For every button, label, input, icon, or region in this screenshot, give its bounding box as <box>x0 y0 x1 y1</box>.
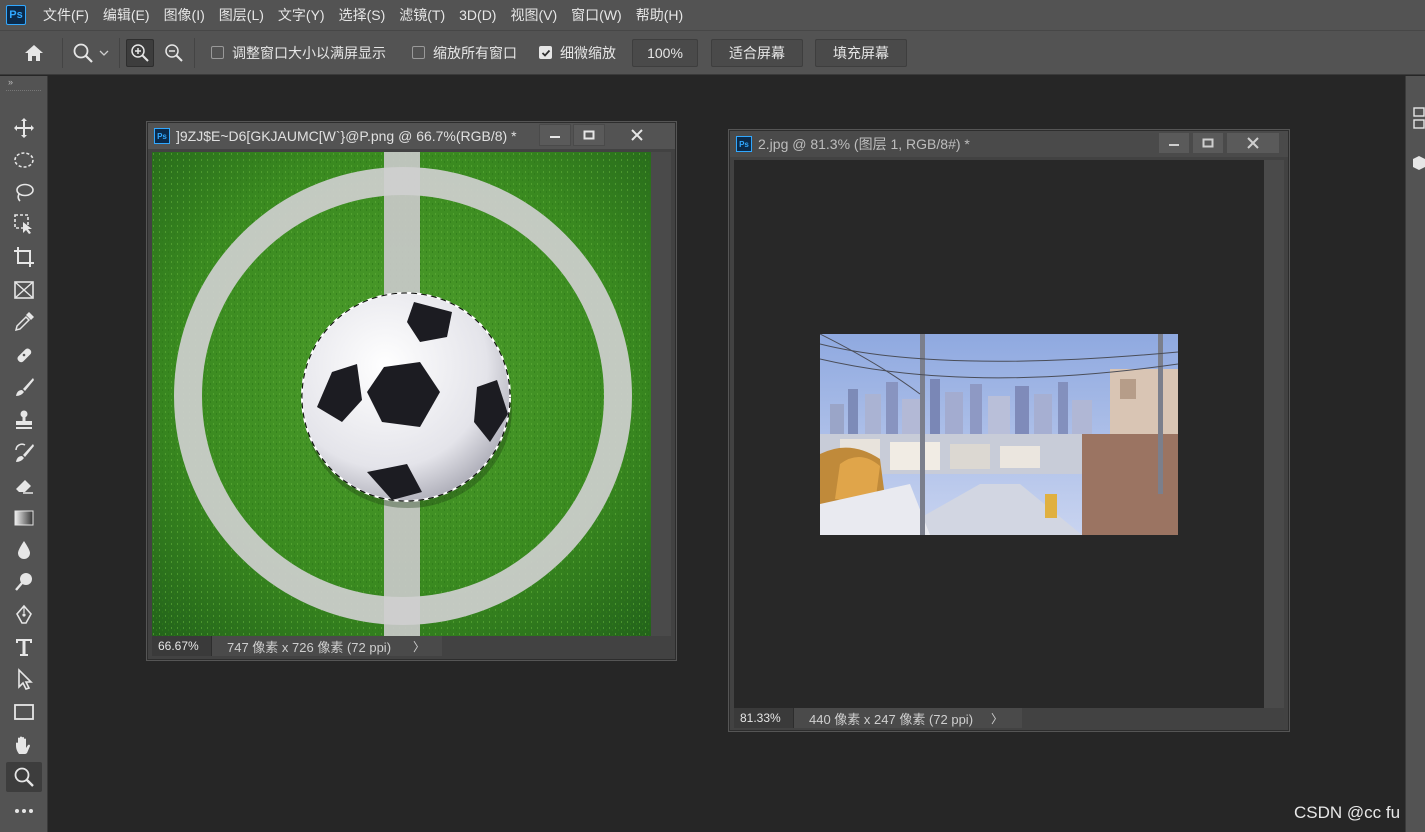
fill-screen-button[interactable]: 填充屏幕 <box>815 38 907 67</box>
menu-window[interactable]: 窗口(W) <box>564 0 629 30</box>
zoom-level-field[interactable]: 66.67% <box>152 636 212 656</box>
zoom-all-windows-checkbox[interactable]: 缩放所有窗口 <box>412 43 517 63</box>
document-window-city[interactable]: Ps 2.jpg @ 81.3% (图层 1, RGB/8#) * 81.33%… <box>729 130 1289 731</box>
separator <box>62 37 63 68</box>
maximize-icon[interactable] <box>573 124 605 146</box>
brush-tool-icon[interactable] <box>6 372 42 402</box>
minimize-icon[interactable] <box>1158 132 1190 154</box>
status-bar: 66.67% 747 像素 x 726 像素 (72 ppi) 〉 <box>152 636 671 656</box>
zoom-out-icon[interactable] <box>160 39 188 67</box>
document-title: ]9ZJ$E~D6[GKJAUMC[W`}@P.png @ 66.7%(RGB/… <box>176 128 517 144</box>
resize-windows-label: 调整窗口大小以满屏显示 <box>232 44 386 61</box>
home-icon[interactable] <box>20 39 48 67</box>
document-size-text: 440 像素 x 247 像素 (72 ppi) <box>809 711 974 727</box>
move-tool-icon[interactable] <box>6 113 42 143</box>
clone-stamp-tool-icon[interactable] <box>6 405 42 435</box>
panel-grid-icon[interactable] <box>1412 106 1425 135</box>
menu-type[interactable]: 文字(Y) <box>271 0 332 30</box>
right-panel-strip <box>1405 76 1425 832</box>
frame-tool-icon[interactable] <box>6 275 42 305</box>
path-selection-tool-icon[interactable] <box>6 664 42 694</box>
menu-select[interactable]: 选择(S) <box>332 0 393 30</box>
healing-brush-tool-icon[interactable] <box>6 340 42 370</box>
collapse-panel-icon[interactable]: » <box>0 76 47 90</box>
maximize-icon[interactable] <box>1192 132 1224 154</box>
zoom-level-field[interactable]: 81.33% <box>734 708 794 728</box>
separator <box>119 37 120 68</box>
menu-help[interactable]: 帮助(H) <box>629 0 690 30</box>
document-title-bar[interactable]: Ps 2.jpg @ 81.3% (图层 1, RGB/8#) * <box>730 131 1288 157</box>
menu-filter[interactable]: 滤镜(T) <box>392 0 452 30</box>
blur-tool-icon[interactable] <box>6 535 42 565</box>
hand-tool-icon[interactable] <box>6 730 42 760</box>
close-icon[interactable] <box>1226 132 1280 154</box>
scrubby-zoom-checkbox[interactable]: 细微缩放 <box>539 43 616 63</box>
vertical-scrollbar[interactable] <box>651 152 671 636</box>
status-menu-arrow-icon[interactable]: 〉 <box>991 710 1003 727</box>
check-icon[interactable] <box>539 46 552 59</box>
menu-image[interactable]: 图像(I) <box>157 0 212 30</box>
type-tool-icon[interactable] <box>6 632 42 662</box>
lasso-tool-icon[interactable] <box>6 177 42 207</box>
rectangle-tool-icon[interactable] <box>6 697 42 727</box>
zoom-tool-icon[interactable] <box>6 762 42 792</box>
vertical-scrollbar[interactable] <box>1264 160 1284 708</box>
minimize-icon[interactable] <box>539 124 571 146</box>
checkbox-box[interactable] <box>211 46 224 59</box>
object-selection-tool-icon[interactable] <box>6 209 42 239</box>
separator <box>194 37 195 68</box>
zoom-all-windows-label: 缩放所有窗口 <box>433 44 517 61</box>
zoom-value-button[interactable]: 100% <box>632 38 698 67</box>
menu-view[interactable]: 视图(V) <box>503 0 564 30</box>
options-bar: 调整窗口大小以满屏显示 缩放所有窗口 细微缩放 100% 适合屏幕 填充屏幕 <box>0 30 1425 75</box>
eraser-tool-icon[interactable] <box>6 470 42 500</box>
menu-file[interactable]: 文件(F) <box>36 0 96 30</box>
scrubby-zoom-label: 细微缩放 <box>560 44 616 61</box>
dodge-tool-icon[interactable] <box>6 567 42 597</box>
fit-screen-button[interactable]: 适合屏幕 <box>711 38 803 67</box>
document-title: 2.jpg @ 81.3% (图层 1, RGB/8#) * <box>758 136 970 152</box>
soccer-field-image <box>152 152 651 636</box>
photoshop-logo-icon[interactable]: Ps <box>6 5 26 25</box>
pen-tool-icon[interactable] <box>6 600 42 630</box>
marquee-tool-icon[interactable] <box>6 145 42 175</box>
document-canvas[interactable] <box>152 152 651 636</box>
crop-tool-icon[interactable] <box>6 242 42 272</box>
more-tools-icon[interactable] <box>6 796 42 826</box>
status-menu-arrow-icon[interactable]: 〉 <box>413 638 425 655</box>
city-street-image <box>820 334 1178 535</box>
ps-document-icon: Ps <box>154 128 170 144</box>
status-bar: 81.33% 440 像素 x 247 像素 (72 ppi) 〉 <box>734 708 1284 728</box>
document-title-bar[interactable]: Ps ]9ZJ$E~D6[GKJAUMC[W`}@P.png @ 66.7%(R… <box>148 123 675 149</box>
close-icon[interactable] <box>607 124 667 146</box>
resize-windows-checkbox[interactable]: 调整窗口大小以满屏显示 <box>211 43 386 63</box>
tools-panel: » <box>0 76 48 832</box>
document-size-info[interactable]: 440 像素 x 247 像素 (72 ppi) 〉 <box>794 708 1022 728</box>
checkbox-box[interactable] <box>412 46 425 59</box>
ps-document-icon: Ps <box>736 136 752 152</box>
panel-3d-icon[interactable] <box>1412 152 1425 181</box>
menu-bar: Ps 文件(F) 编辑(E) 图像(I) 图层(L) 文字(Y) 选择(S) 滤… <box>0 0 1425 30</box>
menu-layer[interactable]: 图层(L) <box>212 0 271 30</box>
zoom-in-icon[interactable] <box>126 38 154 67</box>
menu-3d[interactable]: 3D(D) <box>452 0 503 30</box>
zoom-preset-icon[interactable] <box>69 39 97 67</box>
menu-edit[interactable]: 编辑(E) <box>96 0 157 30</box>
document-window-soccer[interactable]: Ps ]9ZJ$E~D6[GKJAUMC[W`}@P.png @ 66.7%(R… <box>147 122 676 660</box>
eyedropper-tool-icon[interactable] <box>6 307 42 337</box>
gradient-tool-icon[interactable] <box>6 503 42 533</box>
history-brush-tool-icon[interactable] <box>6 438 42 468</box>
document-size-text: 747 像素 x 726 像素 (72 ppi) <box>227 639 392 655</box>
document-canvas[interactable] <box>734 160 1264 708</box>
chevron-down-icon[interactable] <box>99 44 109 62</box>
document-size-info[interactable]: 747 像素 x 726 像素 (72 ppi) 〉 <box>212 636 442 656</box>
panel-grip[interactable] <box>6 90 41 98</box>
watermark-text: CSDN @cc fu <box>1294 803 1401 822</box>
